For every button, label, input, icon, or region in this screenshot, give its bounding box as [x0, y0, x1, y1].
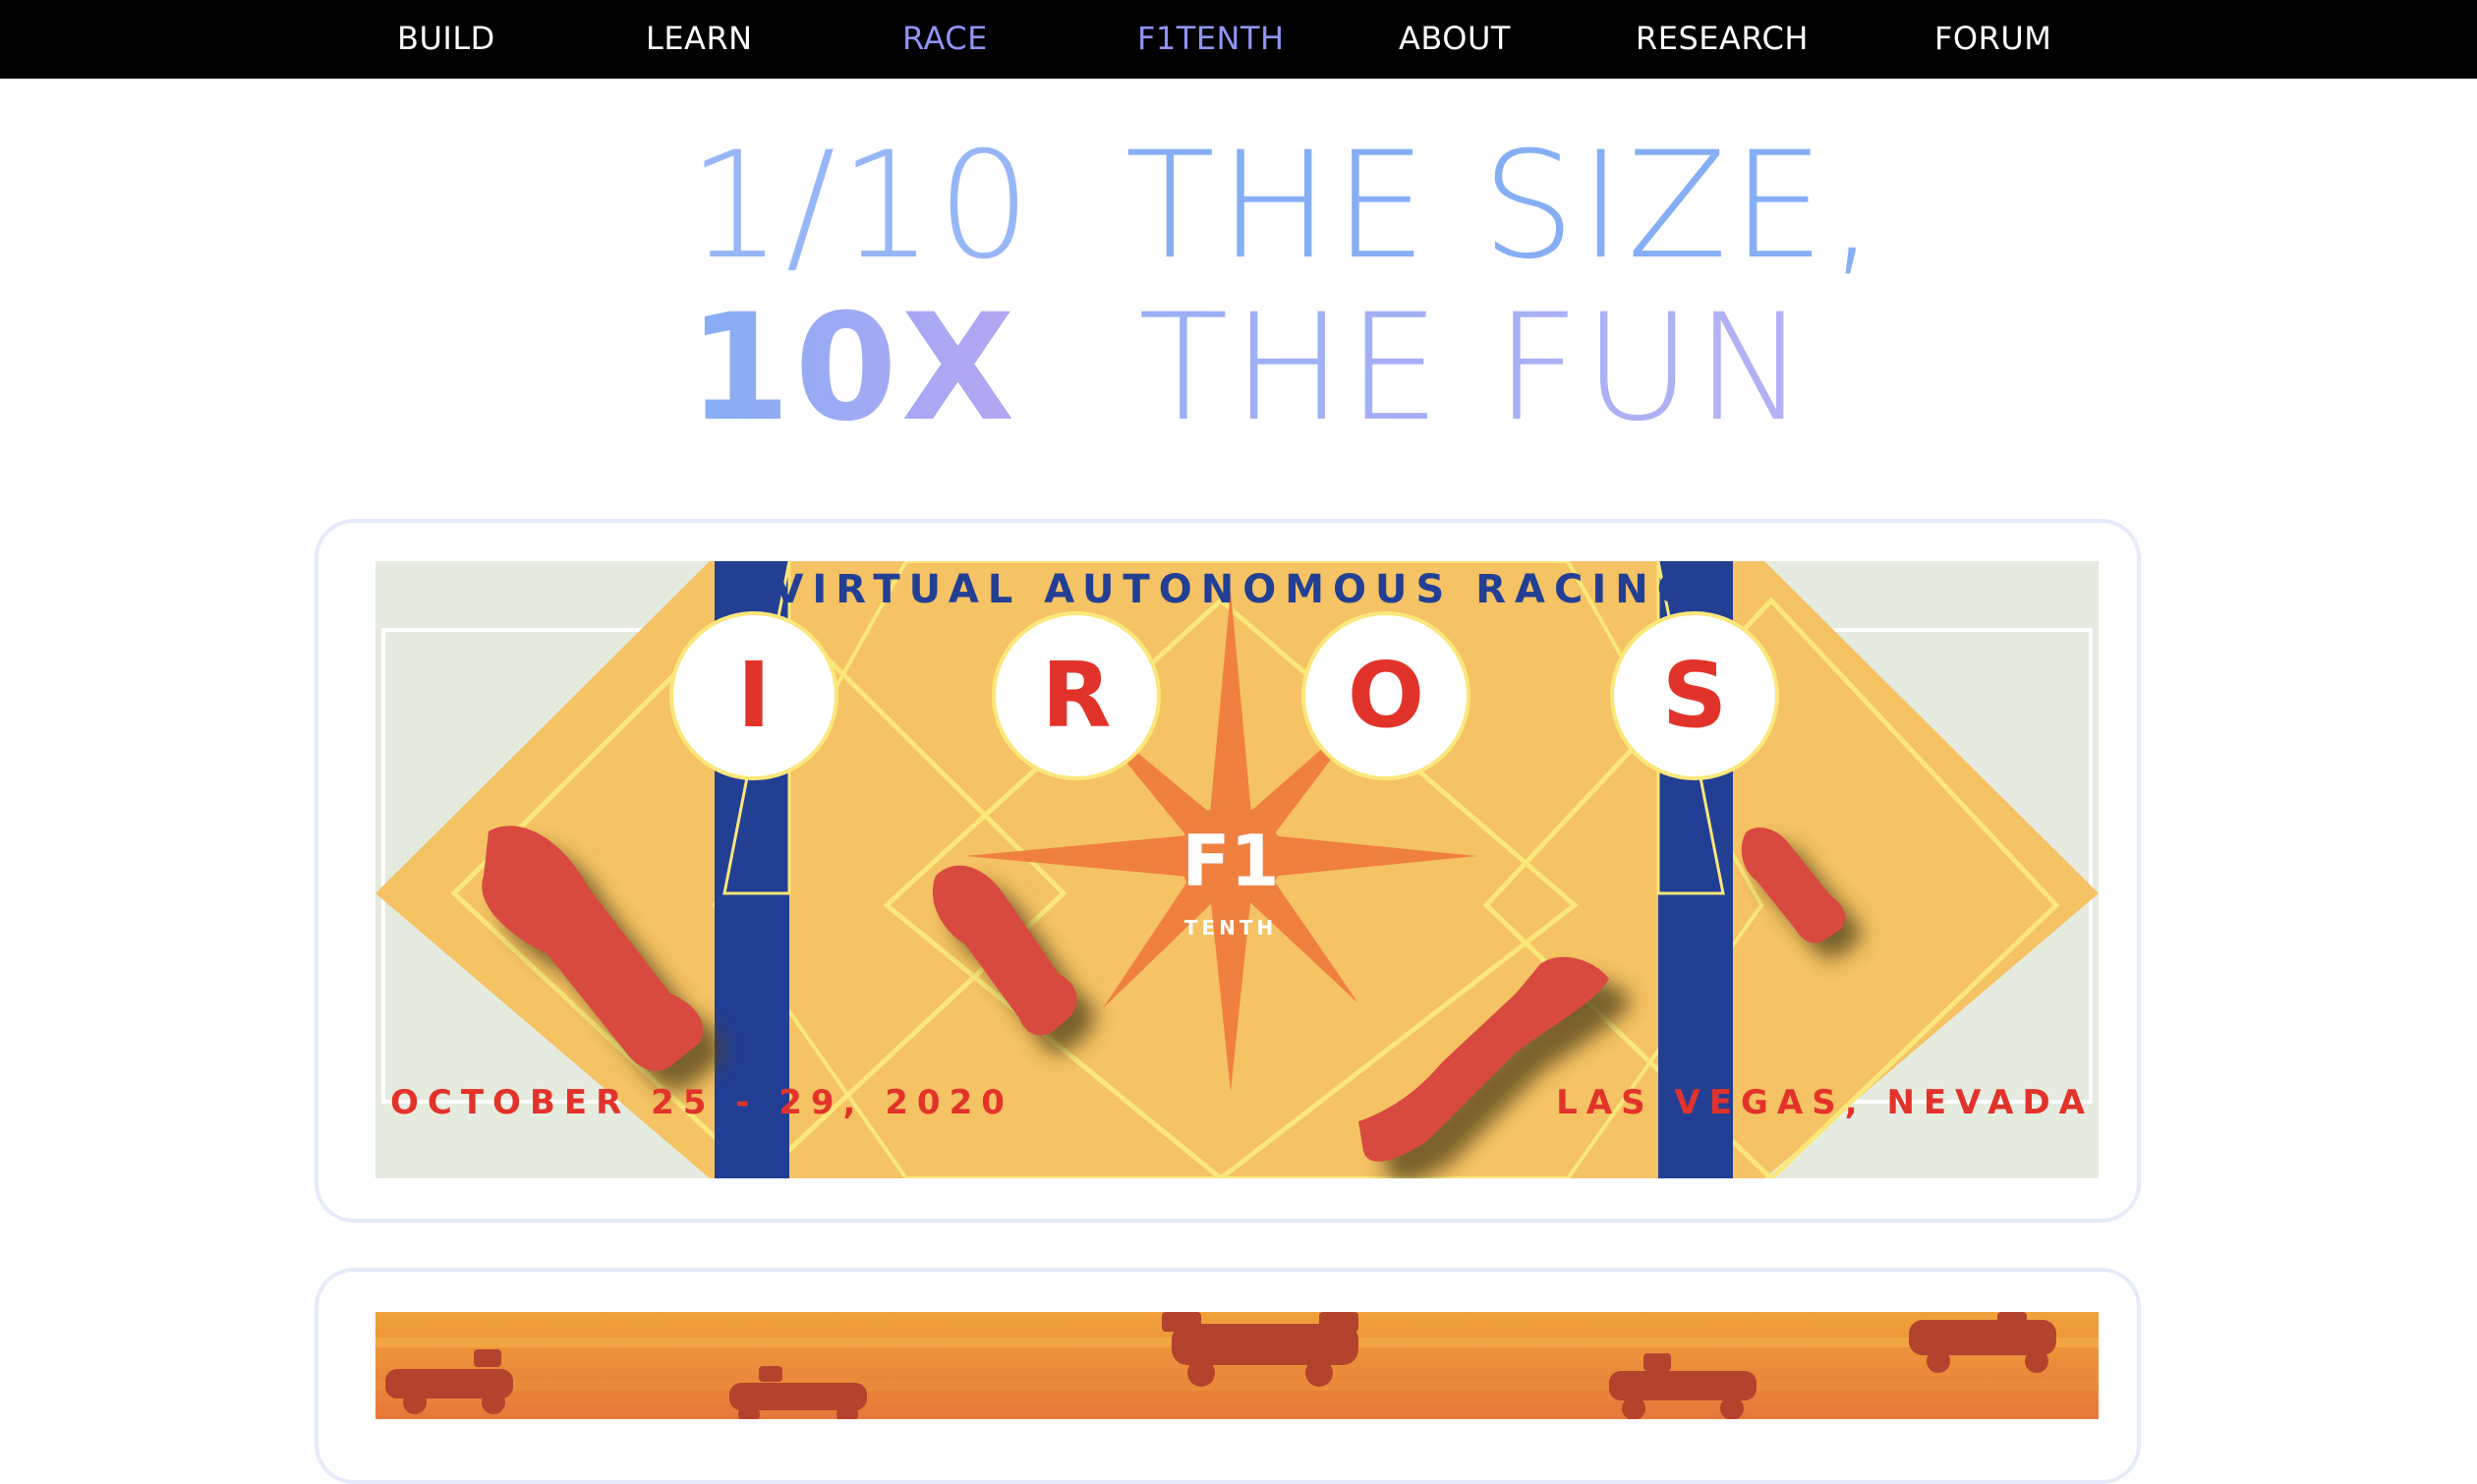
banner-title: VIRTUAL AUTONOMOUS RACING	[773, 567, 1698, 612]
hero-line-1: 1/10 THE SIZE,	[688, 133, 1879, 280]
nav-research[interactable]: RESEARCH	[1636, 0, 1809, 79]
nav-f1tenth[interactable]: F1TENTH	[1137, 0, 1285, 79]
nav-learn[interactable]: LEARN	[646, 0, 753, 79]
f1tenth-logo-sub: TENTH	[1184, 916, 1277, 940]
iros-circle-i: I	[669, 611, 838, 780]
iros-letter-s: S	[1662, 643, 1727, 748]
hero-line1-rest: THE SIZE,	[1124, 121, 1880, 292]
hero-fraction: 1/10	[688, 121, 1035, 292]
iros-letter-o: O	[1348, 643, 1424, 748]
hero-strong: 10X	[688, 283, 1019, 454]
iros-circle-r: R	[992, 611, 1161, 780]
nav-about[interactable]: ABOUT	[1399, 0, 1511, 79]
iros-circle-s: S	[1610, 611, 1779, 780]
race-banner-2[interactable]	[375, 1312, 2099, 1419]
nav-forum[interactable]: FORUM	[1934, 0, 2051, 79]
event-location: LAS VEGAS, NEVADA	[1556, 1083, 2094, 1122]
iros-circle-o: O	[1301, 611, 1470, 780]
hero-line2-rest: THE FUN	[1138, 283, 1811, 454]
nav-race[interactable]: RACE	[902, 0, 988, 79]
f1tenth-logo-main: F1	[1181, 820, 1279, 902]
top-nav: BUILD LEARN RACE F1TENTH ABOUT RESEARCH …	[0, 0, 2477, 79]
iros-letter-r: R	[1042, 643, 1112, 748]
event-date: OCTOBER 25 - 29, 2020	[390, 1083, 1013, 1122]
banner2-stripe-2	[375, 1381, 2099, 1391]
iros-banner[interactable]: VIRTUAL AUTONOMOUS RACING I R O S F1 TEN…	[375, 561, 2099, 1178]
hero-line-2: 10X THE FUN	[688, 295, 1810, 442]
iros-letter-i: I	[737, 643, 771, 748]
nav-build[interactable]: BUILD	[397, 0, 495, 79]
